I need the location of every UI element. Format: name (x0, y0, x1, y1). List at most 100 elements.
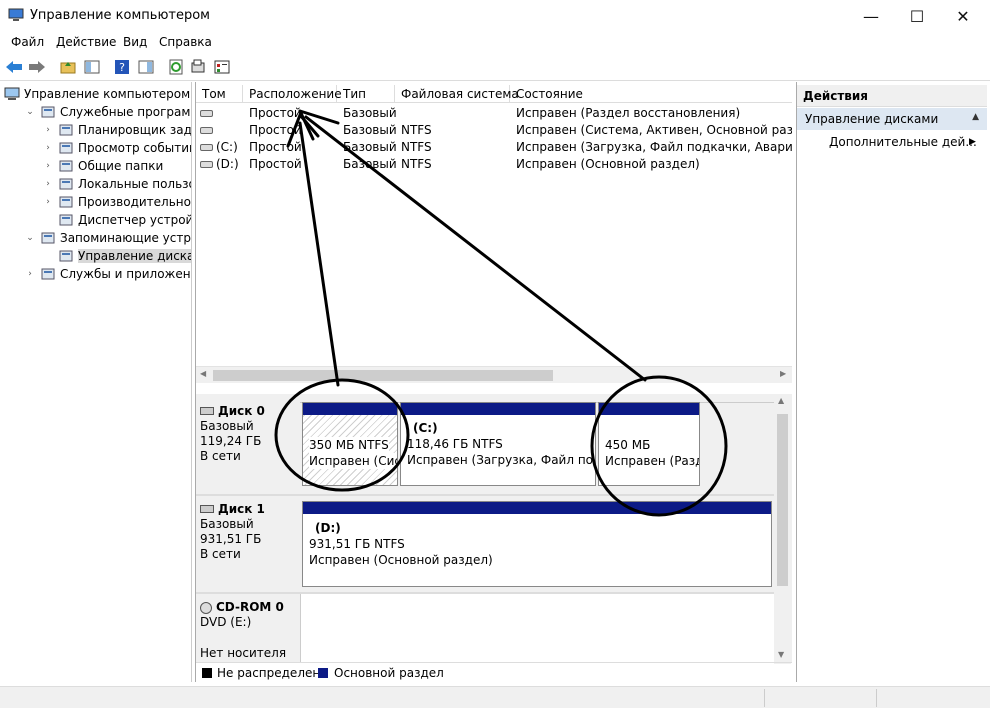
tree-item-label: Просмотр событий (78, 141, 192, 155)
tree-root[interactable]: Управление компьютером (л (4, 85, 191, 103)
cell-fs: NTFS (401, 140, 432, 154)
expand-chevron-right-icon[interactable]: › (42, 125, 54, 135)
tree-node-icon (40, 105, 56, 119)
tree-item[interactable]: › Просмотр событий (42, 139, 192, 157)
help-icon[interactable]: ? (112, 57, 132, 77)
partition-title: (D:) (315, 521, 341, 535)
tree-item[interactable]: › Общие папки (42, 157, 163, 175)
check-disk-icon[interactable] (188, 57, 208, 77)
tree-item[interactable]: › Локальные пользовате (42, 175, 191, 193)
legend-unallocated: Не распределена (217, 666, 328, 680)
expand-chevron-right-icon[interactable]: › (42, 197, 54, 207)
scroll-up-icon[interactable]: ▲ (778, 396, 784, 405)
expand-chevron-down-icon[interactable]: ⌄ (24, 233, 36, 243)
tree-item[interactable]: ⌄ Служебные программы (24, 103, 191, 121)
partition-size: 350 МБ NTFS (309, 437, 389, 453)
forward-arrow-icon[interactable] (27, 57, 47, 77)
disk-icon (200, 505, 214, 513)
scroll-right-icon[interactable]: ▶ (780, 369, 786, 378)
disk1-name: Диск 1 (218, 502, 265, 516)
disk0-system-partition[interactable]: 350 МБ NTFS Исправен (Сис (302, 402, 398, 486)
menu-file[interactable]: Файл (11, 35, 44, 49)
properties-panel-icon[interactable] (136, 57, 156, 77)
close-button[interactable]: ✕ (940, 0, 986, 32)
minimize-button[interactable]: — (848, 0, 894, 32)
collapse-triangle-icon[interactable]: ▲ (972, 112, 979, 122)
disk0-status: В сети (200, 449, 241, 463)
table-row[interactable]: (C:) Простой Базовый NTFS Исправен (Загрузка… (196, 139, 792, 156)
volume-label: (D:) (216, 157, 239, 171)
disk1-d-partition[interactable]: (D:) 931,51 ГБ NTFS Исправен (Основной р… (302, 501, 772, 587)
volume-icon (200, 161, 213, 168)
cell-loc: Простой (249, 123, 302, 137)
cell-loc: Простой (249, 140, 302, 154)
table-row[interactable]: Простой Базовый Исправен (Раздел восстанов… (196, 105, 792, 122)
partition-status: Исправен (Разде (605, 454, 699, 468)
horizontal-scrollbar[interactable]: ◀ ▶ (196, 366, 792, 383)
disk-map: Диск 0 Базовый 119,24 ГБ В сети 350 МБ N… (196, 394, 792, 662)
toolbar: ? (0, 53, 990, 81)
cell-fs: NTFS (401, 123, 432, 137)
disk1-label[interactable]: Диск 1 Базовый 931,51 ГБ В сети (200, 502, 298, 592)
expand-chevron-right-icon[interactable]: › (42, 161, 54, 171)
back-arrow-icon[interactable] (4, 57, 24, 77)
tree-node-icon (58, 213, 74, 227)
tree-node-icon (40, 231, 56, 245)
expand-chevron-right-icon[interactable]: › (42, 143, 54, 153)
cdrom-type: DVD (E:) (200, 615, 252, 629)
scroll-down-icon[interactable]: ▼ (778, 650, 784, 659)
menu-action[interactable]: Действие (56, 35, 116, 49)
actions-header: Действия (797, 85, 987, 107)
col-filesystem[interactable]: Файловая система (395, 85, 519, 103)
maximize-button[interactable]: ☐ (894, 0, 940, 32)
expand-chevron-down-icon[interactable]: ⌄ (24, 107, 36, 117)
tree-item-label: Службы и приложения (60, 267, 192, 281)
expand-chevron-right-icon[interactable]: › (24, 269, 36, 279)
tree-item[interactable]: Управление дисками (42, 247, 191, 265)
settings-list-icon[interactable] (212, 57, 232, 77)
disk1-type: Базовый (200, 517, 254, 531)
tree-item[interactable]: › Службы и приложения (24, 265, 192, 283)
actions-section-label: Управление дисками (805, 112, 939, 126)
tree-item[interactable]: › Планировщик заданий (42, 121, 191, 139)
cell-loc: Простой (249, 106, 302, 120)
disk0-type: Базовый (200, 419, 254, 433)
horizontal-scroll-thumb[interactable] (213, 370, 553, 381)
tree-item[interactable]: Диспетчер устройств (42, 211, 191, 229)
more-actions-item[interactable]: Дополнительные дей... (829, 135, 977, 149)
menu-help[interactable]: Справка (159, 35, 212, 49)
tree-item-label: Общие папки (78, 159, 164, 173)
expand-chevron-right-icon[interactable]: › (42, 179, 54, 189)
col-layout[interactable]: Расположение (243, 85, 342, 103)
tree-item[interactable]: › Производительность (42, 193, 191, 211)
refresh-icon[interactable] (166, 57, 186, 77)
disk0-c-partition[interactable]: (C:) 118,46 ГБ NTFS Исправен (Загрузка, … (400, 402, 596, 486)
col-status[interactable]: Состояние (510, 85, 792, 103)
col-type[interactable]: Тип (337, 85, 395, 103)
actions-section[interactable]: Управление дисками ▲ (797, 108, 987, 130)
tree-item[interactable]: ⌄ Запоминающие устройст (24, 229, 191, 247)
table-row[interactable]: (D:) Простой Базовый NTFS Исправен (Основной… (196, 156, 792, 173)
volume-icon (200, 127, 213, 134)
vertical-scrollbar[interactable]: ▲ ▼ (774, 394, 791, 664)
window-title: Управление компьютером (30, 8, 210, 23)
tree-node-icon (58, 123, 74, 137)
cdrom-label[interactable]: CD-ROM 0 DVD (E:) Нет носителя (200, 600, 298, 662)
partition-status: Исправен (Основной раздел) (309, 553, 493, 567)
vertical-scroll-thumb[interactable] (777, 414, 788, 586)
cell-loc: Простой (249, 157, 302, 171)
col-volume[interactable]: Том (196, 85, 243, 103)
show-hide-tree-icon[interactable] (82, 57, 102, 77)
disk0-recovery-partition[interactable]: 450 МБ Исправен (Разде (598, 402, 700, 486)
cell-state: Исправен (Раздел восстановления) (516, 106, 741, 120)
cdrom-status: Нет носителя (200, 646, 287, 660)
menu-view[interactable]: Вид (123, 35, 147, 49)
disk0-label[interactable]: Диск 0 Базовый 119,24 ГБ В сети (200, 404, 298, 494)
actions-pane: Действия Управление дисками ▲ Дополнител… (796, 82, 987, 682)
disk1-size: 931,51 ГБ (200, 532, 262, 546)
disk1-status: В сети (200, 547, 241, 561)
scroll-left-icon[interactable]: ◀ (200, 369, 206, 378)
table-row[interactable]: Простой Базовый NTFS Исправен (Система, Акт… (196, 122, 792, 139)
list-header: Том Расположение Тип Файловая система Со… (196, 85, 792, 103)
up-folder-icon[interactable] (58, 57, 78, 77)
